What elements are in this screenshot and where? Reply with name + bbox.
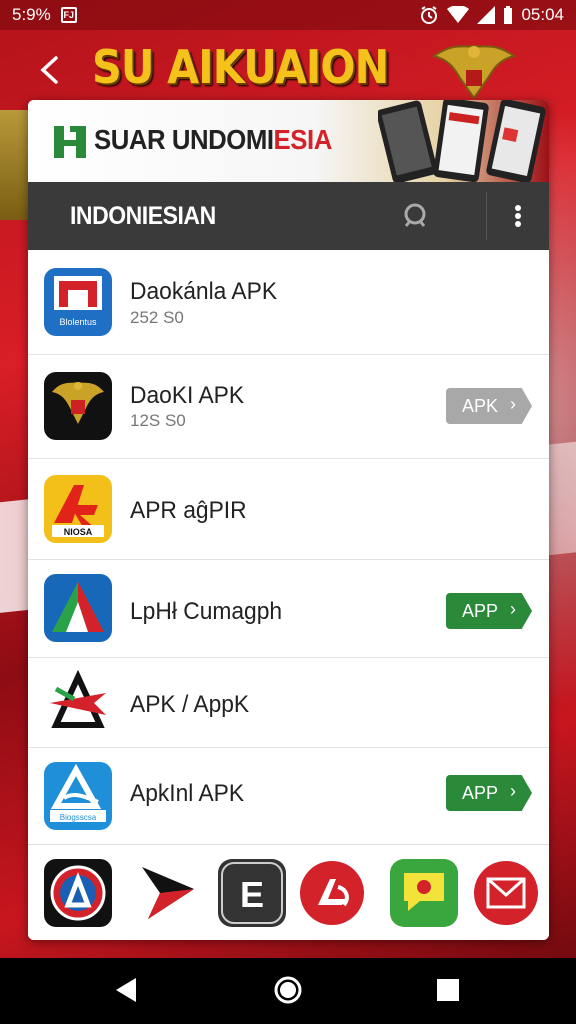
back-button[interactable] (34, 52, 64, 88)
app-subtitle: 12S S0 (130, 411, 186, 430)
apr-logo: NIOSA (52, 485, 104, 537)
list-item[interactable]: APK / AppK (28, 658, 549, 748)
app-title-label: APK / AppK (130, 691, 250, 718)
dock-mail-app-icon[interactable] (472, 859, 540, 927)
banner-title-dark: SUAR UNDOMI (94, 124, 274, 155)
battery-icon (504, 6, 513, 24)
app-title-label: ApkInl APK (130, 780, 245, 807)
button-label: APP (462, 782, 499, 803)
dock-mail-logo (474, 861, 538, 925)
apkinl-app-icon: Biogsscsa (44, 762, 112, 830)
chevron-right-icon: › (510, 599, 516, 619)
app-install-button[interactable]: APP › (446, 775, 532, 811)
wifi-icon (447, 6, 470, 23)
navigation-bar (0, 958, 576, 1024)
list-item[interactable]: LpHł Cumagph APP › (28, 560, 549, 658)
app-title: SU AIKUAION (92, 40, 389, 94)
garuda-app-icon (44, 372, 112, 440)
chevron-right-icon: › (510, 394, 516, 414)
app-title-label: APR aĝPIR (130, 497, 247, 524)
dock-e-logo: E (221, 862, 283, 924)
search-icon[interactable] (400, 200, 432, 232)
daokanla-logo: Blolentus (54, 276, 102, 327)
triangle-app-icon (44, 574, 112, 642)
apr-app-icon: NIOSA (44, 475, 112, 543)
garuda-logo (52, 382, 104, 424)
chevron-right-icon: › (510, 781, 516, 801)
list-item[interactable]: Biogsscsa ApkInl APK APP › (28, 748, 549, 848)
dock-chat-logo (404, 873, 444, 911)
button-label: APP (462, 600, 499, 621)
notification-app-icon: FJ (60, 7, 77, 23)
status-right: 05:04 (419, 5, 564, 25)
app-store-card: SUAR UNDOMIESIA INDONIESIAN Blolentus Da… (28, 100, 549, 940)
apk-star-logo (50, 669, 106, 728)
nav-recent-icon[interactable] (434, 976, 462, 1004)
brand-logo-icon (54, 126, 86, 158)
daokanla-app-icon: Blolentus (44, 268, 112, 336)
more-vertical-icon[interactable] (506, 200, 530, 232)
status-left-value: 5:9% (12, 5, 51, 24)
apr-icon-label: NIOSA (64, 527, 93, 537)
dock-a-app-icon[interactable] (44, 859, 112, 927)
dock-e-app-icon[interactable]: E (218, 859, 286, 927)
triangle-logo (52, 582, 104, 632)
apkinl-logo: Biogsscsa (50, 763, 106, 822)
banner-title-red: ESIA (273, 124, 333, 155)
app-subtitle: 252 S0 (130, 308, 184, 327)
apk-star-app-icon (44, 669, 112, 737)
chevron-left-icon (40, 56, 58, 84)
dock-red-a-logo (300, 861, 364, 925)
app-dock: E (28, 844, 549, 940)
app-title-label: LpHł Cumagph (130, 598, 283, 625)
dock-arrow-app-icon[interactable] (134, 859, 202, 927)
toolbar-divider (486, 192, 487, 240)
button-label: APK (462, 395, 499, 416)
daokanla-icon-label: Blolentus (59, 317, 97, 327)
list-item[interactable]: NIOSA APR aĝPIR (28, 459, 549, 560)
alarm-icon (421, 6, 438, 24)
status-bar: 5:9% FJ 05:04 (0, 0, 576, 30)
dock-arrow-logo (142, 867, 194, 919)
toolbar: INDONIESIAN (28, 182, 549, 250)
phones-illustration (378, 100, 546, 182)
nav-home-icon[interactable] (272, 974, 304, 1006)
dock-red-a-app-icon[interactable] (298, 859, 366, 927)
signal-icon (477, 6, 496, 24)
apkinl-icon-label: Biogsscsa (60, 813, 97, 822)
apk-download-button[interactable]: APK › (446, 388, 532, 424)
dock-a-logo (50, 865, 106, 921)
status-left: 5:9% FJ (12, 5, 77, 25)
dock-chat-app-icon[interactable] (390, 859, 458, 927)
store-banner: SUAR UNDOMIESIA (28, 100, 549, 182)
banner-title: SUAR UNDOMIESIA (94, 124, 332, 156)
status-time: 05:04 (521, 5, 564, 24)
list-item[interactable]: Blolentus Daokánla APK 252 S0 (28, 250, 549, 355)
app-install-button[interactable]: APP › (446, 593, 532, 629)
app-title-label: DaoKI APK (130, 382, 245, 409)
list-item[interactable]: DaoKI APK 12S S0 APK › (28, 355, 549, 459)
garuda-emblem-icon (431, 44, 517, 100)
toolbar-title: INDONIESIAN (70, 202, 216, 230)
app-title-label: Daokánla APK (130, 278, 278, 305)
nav-back-icon[interactable] (110, 974, 142, 1006)
dock-e-letter: E (240, 874, 264, 915)
